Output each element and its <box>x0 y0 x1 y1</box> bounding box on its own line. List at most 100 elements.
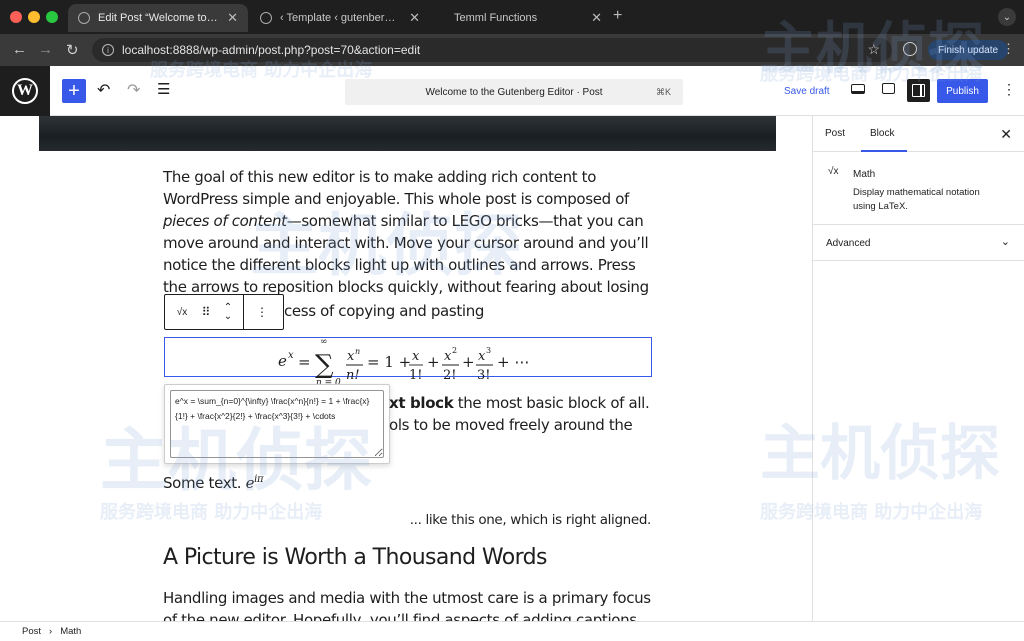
svg-text:+ ⋯: + ⋯ <box>497 353 529 371</box>
url-text: localhost:8888/wp-admin/post.php?post=70… <box>122 43 421 57</box>
svg-text:∞: ∞ <box>320 337 328 347</box>
browser-tab-edit-post[interactable]: Edit Post “Welcome to the G ✕ <box>68 4 248 32</box>
svg-text:x: x <box>478 349 486 364</box>
document-overview-icon[interactable]: ☰ <box>157 80 170 98</box>
svg-text:x: x <box>347 349 355 364</box>
bookmark-star-icon[interactable]: ☆ <box>867 41 880 58</box>
address-bar[interactable]: i localhost:8888/wp-admin/post.php?post=… <box>92 38 892 62</box>
wordpress-logo-button[interactable]: W <box>0 66 50 116</box>
close-window-button[interactable] <box>10 11 22 23</box>
close-tab-icon[interactable]: ✕ <box>227 10 238 26</box>
redo-icon[interactable]: ↷ <box>127 80 140 100</box>
advanced-label: Advanced <box>826 238 871 249</box>
breadcrumb-separator-icon: › <box>49 626 53 637</box>
svg-text:n: n <box>355 347 360 356</box>
svg-text:∑: ∑ <box>315 350 334 380</box>
options-menu-icon[interactable]: ⋮ <box>1002 81 1016 98</box>
editor-header: W + ↶ ↷ ☰ Welcome to the Gutenberg Edito… <box>0 66 1024 116</box>
browser-tab-template[interactable]: ‹ Template ‹ gutenberg ‹ Edit ✕ <box>250 4 430 32</box>
svg-text:3: 3 <box>486 346 491 355</box>
minimize-window-button[interactable] <box>28 11 40 23</box>
settings-sidebar-toggle[interactable] <box>907 79 930 102</box>
svg-text:x: x <box>444 349 452 364</box>
chevron-down-icon: ⌄ <box>1000 236 1010 248</box>
move-up-down-icon[interactable]: ⌃ ⌄ <box>213 295 243 329</box>
paragraph-line[interactable]: ols to be moved freely around the <box>389 414 633 436</box>
paragraph-block[interactable]: Some text. eiπ <box>163 474 264 492</box>
browser-tab-temml[interactable]: Temml Functions ✕ <box>432 4 612 32</box>
tab-title: ‹ Template ‹ gutenberg ‹ Edit <box>280 12 401 24</box>
close-tab-icon[interactable]: ✕ <box>591 10 602 26</box>
svg-text:1!: 1! <box>409 368 423 383</box>
svg-text:x: x <box>412 349 420 364</box>
comments-icon[interactable] <box>882 83 895 94</box>
undo-icon[interactable]: ↶ <box>97 80 110 100</box>
heading-block[interactable]: A Picture is Worth a Thousand Words <box>163 545 548 570</box>
block-card-description: Display mathematical notation using LaTe… <box>853 187 980 212</box>
paragraph-block[interactable]: The goal of this new editor is to make a… <box>163 166 653 298</box>
profile-icon[interactable] <box>903 42 917 56</box>
svg-text:n!: n! <box>346 368 360 383</box>
new-tab-icon[interactable]: + <box>613 7 622 25</box>
maximize-window-button[interactable] <box>46 11 58 23</box>
math-block[interactable]: e x = ∞ ∑ n = 0 x n n! = 1 + x 1! + x 2 … <box>164 337 652 386</box>
editor-canvas[interactable]: The goal of this new editor is to make a… <box>0 116 812 621</box>
back-arrow-icon[interactable]: ← <box>12 41 27 58</box>
wordpress-favicon-icon <box>78 12 90 24</box>
inline-math-exponent: iπ <box>254 474 264 485</box>
tab-search-icon[interactable]: ⌄ <box>998 8 1016 26</box>
command-shortcut: ⌘K <box>655 87 671 97</box>
save-draft-button[interactable]: Save draft <box>784 86 830 97</box>
breadcrumb-item-math[interactable]: Math <box>60 626 81 637</box>
breadcrumb-item-post[interactable]: Post <box>22 626 41 637</box>
rendered-math-formula: e x = ∞ ∑ n = 0 x n n! = 1 + x 1! + x 2 … <box>278 337 529 386</box>
paragraph-text: cess of copying and pasting <box>284 302 485 320</box>
math-block-icon: √x <box>828 166 839 177</box>
latex-input[interactable]: e^x = \sum_{n=0}^{\infty} \frac{x^n}{n!}… <box>170 390 384 458</box>
paragraph-text: Some text. <box>163 474 246 492</box>
inline-math[interactable]: eiπ <box>246 474 264 492</box>
breadcrumb: Post › Math <box>0 621 1024 641</box>
paragraph-text: The goal of this new editor is to make a… <box>163 168 629 208</box>
preview-icon[interactable] <box>851 84 865 94</box>
document-title-bar[interactable]: Welcome to the Gutenberg Editor · Post ⌘… <box>345 79 683 105</box>
document-title: Welcome to the Gutenberg Editor · Post <box>425 86 603 98</box>
math-block-icon[interactable]: √x <box>165 295 199 329</box>
paragraph-emphasis: pieces of content <box>163 212 287 230</box>
browser-toolbar: ← → ↻ i localhost:8888/wp-admin/post.php… <box>0 34 1024 66</box>
paragraph-text: the most basic block of all. <box>453 394 650 412</box>
tab-block[interactable]: Block <box>870 128 894 139</box>
paragraph-block[interactable]: Handling images and media with the utmos… <box>163 587 653 621</box>
svg-text:x: x <box>288 350 294 361</box>
latex-editor-popover: e^x = \sum_{n=0}^{\infty} \frac{x^n}{n!}… <box>164 384 390 464</box>
block-card: √x Math Display mathematical notation us… <box>813 152 1024 225</box>
tab-post[interactable]: Post <box>825 128 845 139</box>
tab-title: Temml Functions <box>454 12 538 24</box>
site-info-icon[interactable]: i <box>102 44 114 56</box>
block-options-icon[interactable]: ⋮ <box>244 295 280 329</box>
settings-sidebar: Post Block ✕ √x Math Display mathematica… <box>812 116 1024 621</box>
advanced-panel-toggle[interactable]: Advanced ⌄ <box>813 225 1024 261</box>
paragraph-block[interactable]: xt block the most basic block of all. <box>389 392 650 414</box>
svg-text:2: 2 <box>452 346 457 355</box>
close-sidebar-icon[interactable]: ✕ <box>1000 126 1012 143</box>
right-aligned-paragraph[interactable]: ... like this one, which is right aligne… <box>163 512 652 528</box>
forward-arrow-icon[interactable]: → <box>38 41 53 58</box>
finish-update-button[interactable]: Finish update <box>928 40 1009 60</box>
svg-text:2!: 2! <box>443 368 457 383</box>
block-card-title: Math <box>853 169 876 180</box>
block-toolbar: √x ⠿ ⌃ ⌄ ⋮ <box>164 294 284 330</box>
svg-text:e: e <box>278 352 287 370</box>
browser-menu-icon[interactable]: ⋮ <box>1002 41 1015 57</box>
drag-handle-icon[interactable]: ⠿ <box>199 295 213 329</box>
publish-button[interactable]: Publish <box>937 79 988 103</box>
svg-text:3!: 3! <box>477 368 491 383</box>
svg-text:+: + <box>462 353 475 371</box>
svg-text:=: = <box>298 353 311 371</box>
block-inserter-button[interactable]: + <box>62 79 86 103</box>
wordpress-favicon-icon <box>260 12 272 24</box>
reload-icon[interactable]: ↻ <box>66 41 79 59</box>
close-tab-icon[interactable]: ✕ <box>409 10 420 26</box>
svg-text:+: + <box>427 353 440 371</box>
cover-image[interactable] <box>39 116 776 151</box>
